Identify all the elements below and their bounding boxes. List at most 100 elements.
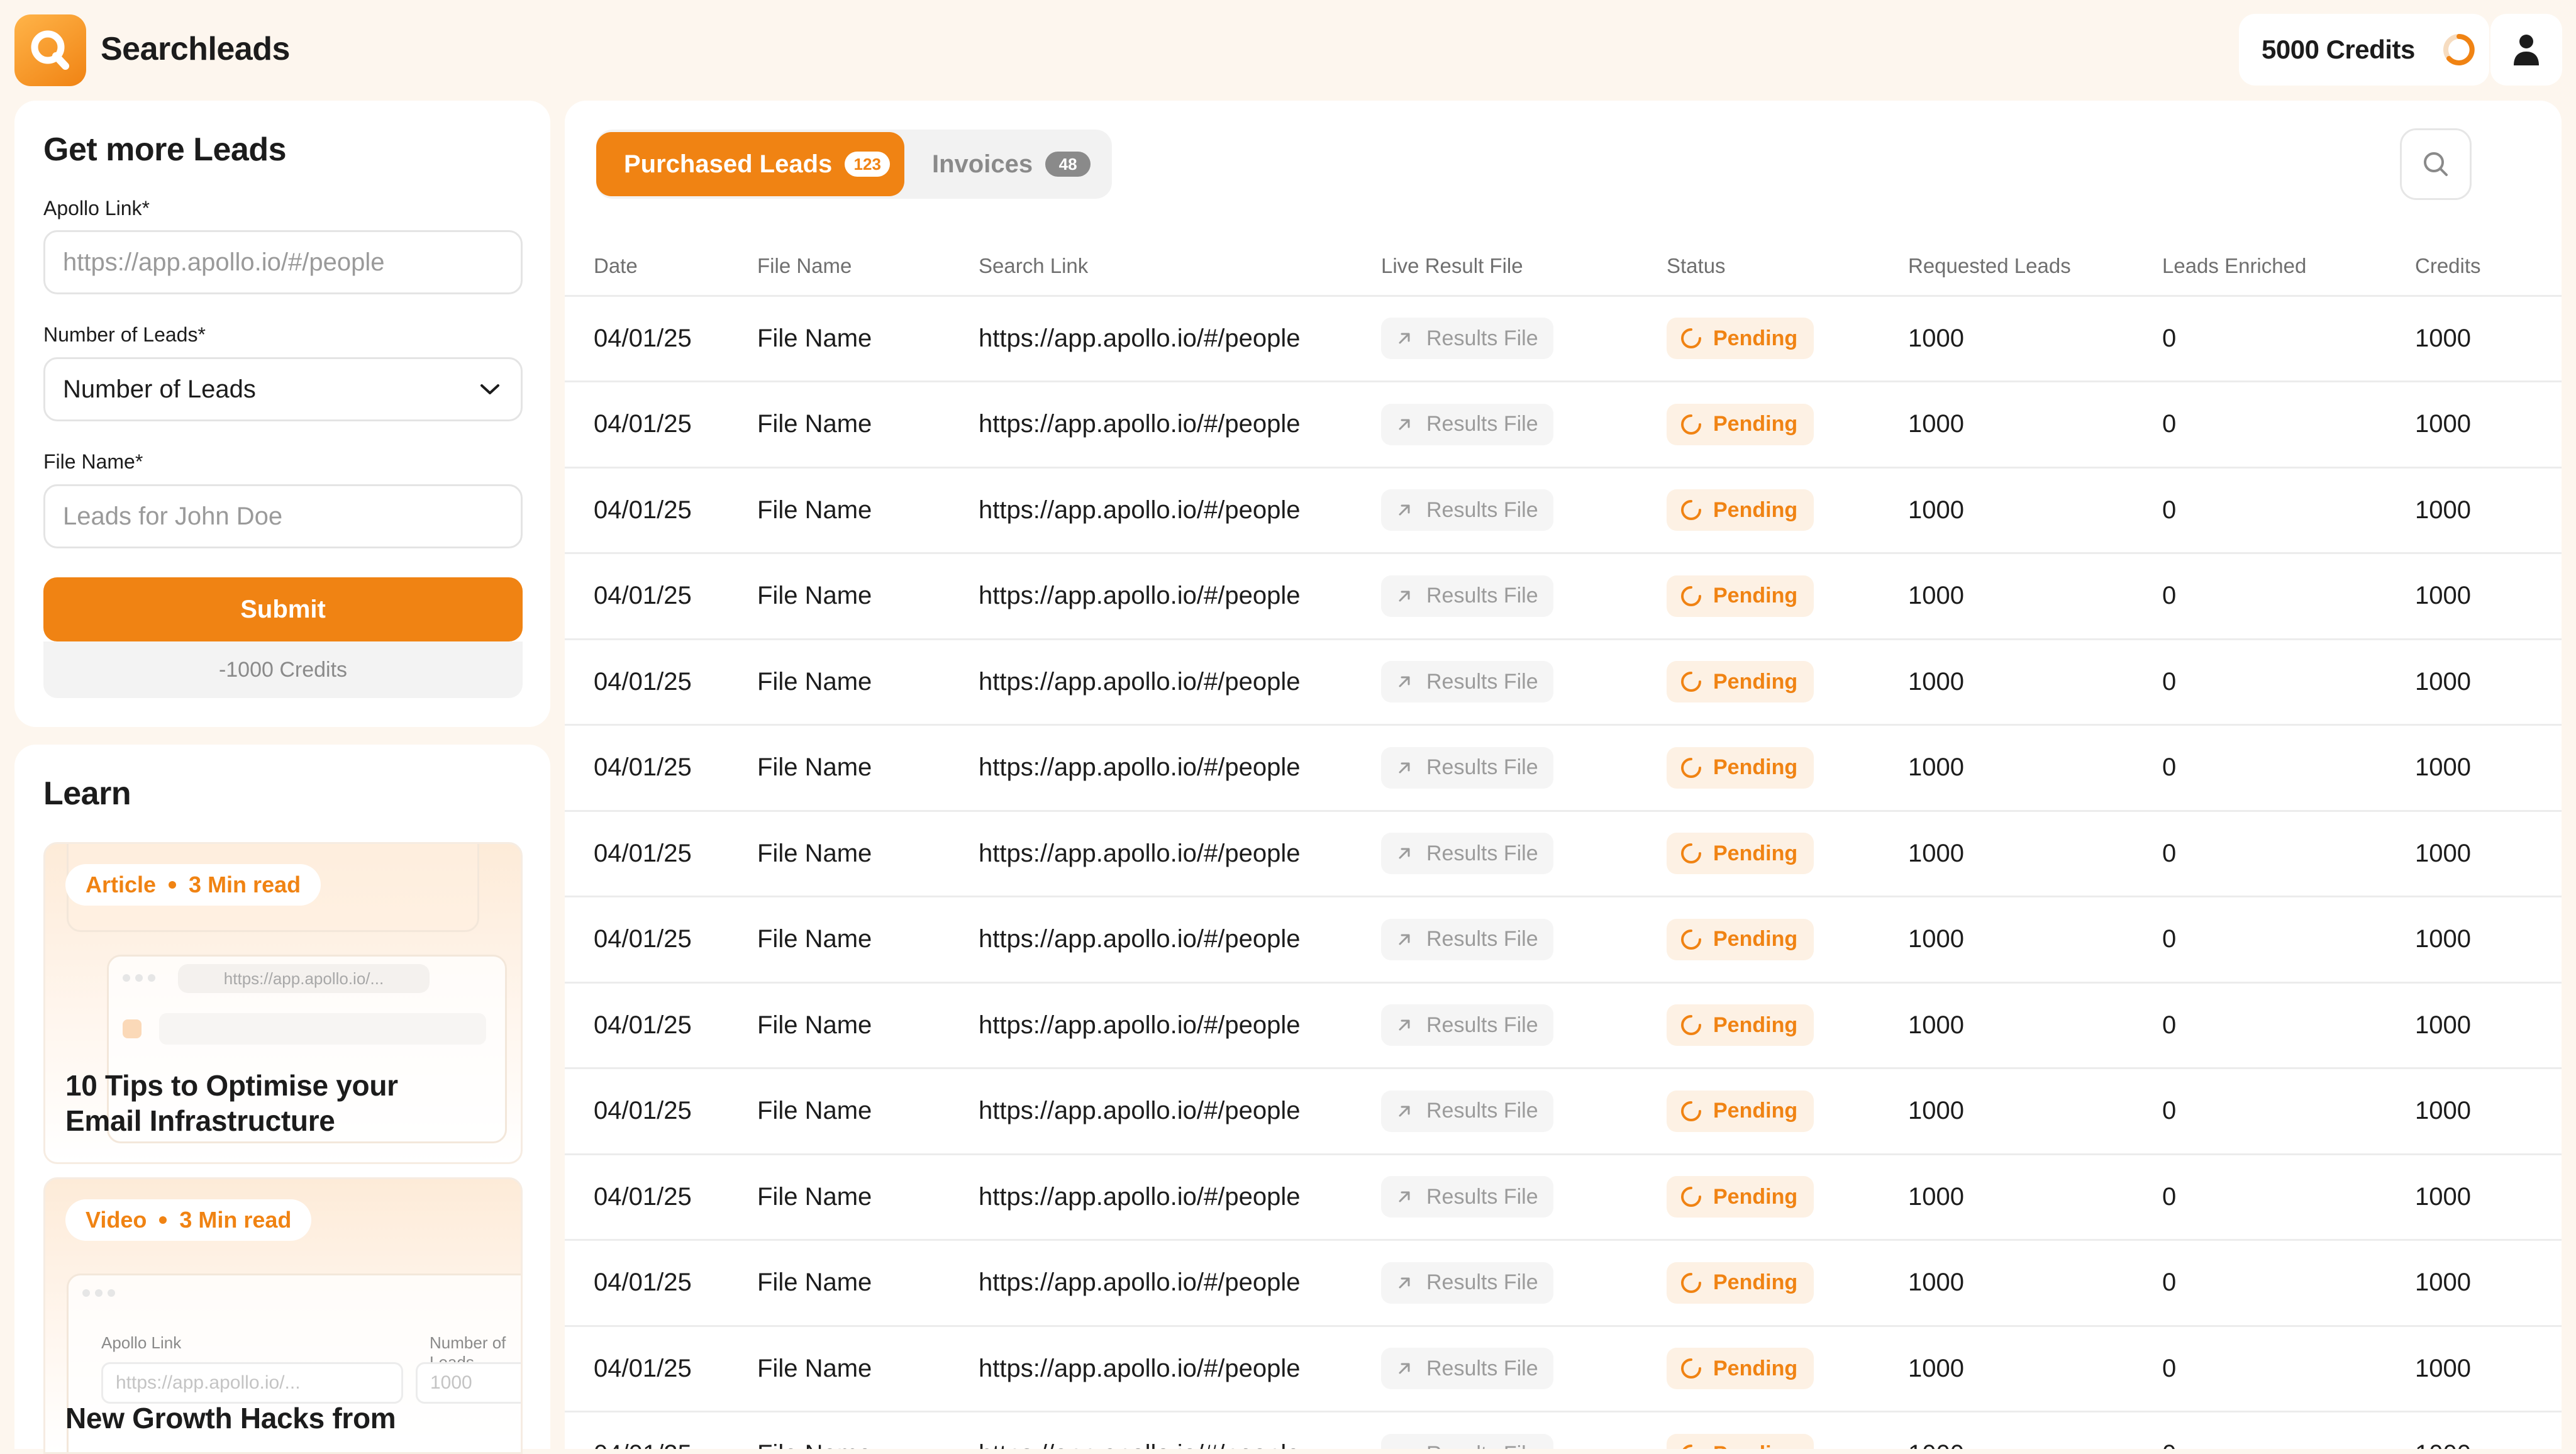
apollo-link-input[interactable]: https://app.apollo.io/#/people [43, 230, 523, 294]
progress-ring-icon [2443, 34, 2475, 65]
cell-status: Pending [1667, 724, 1908, 812]
cell-search-link[interactable]: https://app.apollo.io/#/people [979, 553, 1381, 640]
table-row[interactable]: 04/01/25 File Name https://app.apollo.io… [565, 1154, 2562, 1241]
table-row[interactable]: 04/01/25 File Name https://app.apollo.io… [565, 982, 2562, 1069]
column-header[interactable]: Live Result File [1381, 238, 1667, 297]
status-label: Pending [1713, 669, 1798, 694]
cell-credits: 1000 [2415, 1240, 2562, 1327]
cell-date: 04/01/25 [565, 467, 757, 554]
table-row[interactable]: 04/01/25 File Name https://app.apollo.io… [565, 1326, 2562, 1412]
table-row[interactable]: 04/01/25 File Name https://app.apollo.io… [565, 467, 2562, 554]
cell-search-link[interactable]: https://app.apollo.io/#/people [979, 296, 1381, 382]
results-file-button[interactable]: Results File [1381, 1262, 1553, 1304]
logo-icon[interactable] [14, 14, 86, 86]
file-name-input[interactable]: Leads for John Doe [43, 484, 523, 548]
spinner-icon [1681, 414, 1701, 435]
results-file-label: Results File [1426, 584, 1538, 608]
results-file-button[interactable]: Results File [1381, 1176, 1553, 1218]
user-menu-button[interactable] [2490, 14, 2562, 86]
cell-search-link[interactable]: https://app.apollo.io/#/people [979, 896, 1381, 984]
table-row[interactable]: 04/01/25 File Name https://app.apollo.io… [565, 296, 2562, 382]
status-badge: Pending [1667, 1004, 1814, 1046]
learn-card-video[interactable]: Apollo Link Number of Leads https://app.… [43, 1177, 523, 1454]
cell-search-link[interactable]: https://app.apollo.io/#/people [979, 1240, 1381, 1327]
results-file-button[interactable]: Results File [1381, 489, 1553, 531]
spinner-icon [1681, 1015, 1701, 1036]
table-row[interactable]: 04/01/25 File Name https://app.apollo.io… [565, 896, 2562, 984]
cell-file-name: File Name [757, 811, 979, 897]
results-file-button[interactable]: Results File [1381, 1004, 1553, 1046]
column-header[interactable]: Requested Leads [1908, 238, 2162, 297]
column-header[interactable]: Leads Enriched [2162, 238, 2415, 297]
table-row[interactable]: 04/01/25 File Name https://app.apollo.io… [565, 1240, 2562, 1327]
cell-date: 04/01/25 [565, 296, 757, 382]
column-header[interactable]: Credits [2415, 238, 2562, 297]
cell-search-link[interactable]: https://app.apollo.io/#/people [979, 982, 1381, 1069]
table-row[interactable]: 04/01/25 File Name https://app.apollo.io… [565, 724, 2562, 812]
cell-search-link[interactable]: https://app.apollo.io/#/people [979, 811, 1381, 897]
tab-purchased-leads[interactable]: Purchased Leads 123 [596, 132, 904, 196]
table-row[interactable]: 04/01/25 File Name https://app.apollo.io… [565, 553, 2562, 640]
results-file-label: Results File [1426, 497, 1538, 522]
results-file-button[interactable]: Results File [1381, 1348, 1553, 1390]
status-badge: Pending [1667, 318, 1814, 360]
cell-search-link[interactable]: https://app.apollo.io/#/people [979, 724, 1381, 812]
table-row[interactable]: 04/01/25 File Name https://app.apollo.io… [565, 811, 2562, 897]
file-name-label: File Name* [43, 450, 143, 473]
count-badge: 123 [845, 152, 891, 177]
results-file-button[interactable]: Results File [1381, 318, 1553, 360]
cell-search-link[interactable]: https://app.apollo.io/#/people [979, 467, 1381, 554]
table-row[interactable]: 04/01/25 File Name https://app.apollo.io… [565, 639, 2562, 726]
column-header[interactable]: Status [1667, 238, 1908, 297]
cell-live-result: Results File [1381, 1154, 1667, 1241]
arrow-up-right-icon [1399, 848, 1410, 859]
cell-status: Pending [1667, 553, 1908, 640]
cell-search-link[interactable]: https://app.apollo.io/#/people [979, 1154, 1381, 1241]
number-of-leads-select[interactable]: Number of Leads [43, 357, 523, 421]
window-dots [123, 974, 155, 982]
dot-separator [169, 881, 177, 889]
video-tag: Video 3 Min read [65, 1199, 312, 1241]
cell-date: 04/01/25 [565, 896, 757, 984]
count-badge: 48 [1045, 152, 1091, 177]
cell-live-result: Results File [1381, 1326, 1667, 1412]
results-file-button[interactable]: Results File [1381, 746, 1553, 789]
credits-indicator[interactable]: 5000 Credits [2239, 14, 2489, 86]
learn-card-article[interactable]: https://app.apollo.io/... Article 3 Min … [43, 842, 523, 1164]
status-label: Pending [1713, 497, 1798, 522]
tag-duration: 3 Min read [189, 872, 301, 897]
results-file-button[interactable]: Results File [1381, 1433, 1553, 1449]
column-header[interactable]: File Name [757, 238, 979, 297]
table-search-button[interactable] [2400, 128, 2472, 200]
arrow-up-right-icon [1399, 591, 1410, 602]
cell-leads-enriched: 0 [2162, 639, 2415, 726]
cell-search-link[interactable]: https://app.apollo.io/#/people [979, 1411, 1381, 1449]
results-file-button[interactable]: Results File [1381, 1090, 1553, 1132]
article-tag: Article 3 Min read [65, 864, 321, 906]
cell-status: Pending [1667, 1154, 1908, 1241]
results-file-button[interactable]: Results File [1381, 575, 1553, 617]
cell-search-link[interactable]: https://app.apollo.io/#/people [979, 381, 1381, 469]
cell-requested-leads: 1000 [1908, 1240, 2162, 1327]
results-file-button[interactable]: Results File [1381, 918, 1553, 960]
tab-invoices[interactable]: Invoices 48 [904, 132, 1109, 196]
tag-duration: 3 Min read [179, 1207, 292, 1233]
results-file-button[interactable]: Results File [1381, 833, 1553, 875]
column-header[interactable]: Search Link [979, 238, 1381, 297]
column-header[interactable]: Date [565, 238, 757, 297]
cell-leads-enriched: 0 [2162, 1411, 2415, 1449]
cell-status: Pending [1667, 896, 1908, 984]
table-row[interactable]: 04/01/25 File Name https://app.apollo.io… [565, 381, 2562, 469]
cell-search-link[interactable]: https://app.apollo.io/#/people [979, 1068, 1381, 1155]
user-icon [2514, 35, 2539, 65]
cell-search-link[interactable]: https://app.apollo.io/#/people [979, 1326, 1381, 1412]
submit-button[interactable]: Submit [43, 577, 523, 641]
cell-file-name: File Name [757, 381, 979, 469]
cell-search-link[interactable]: https://app.apollo.io/#/people [979, 639, 1381, 726]
cell-requested-leads: 1000 [1908, 724, 2162, 812]
cell-file-name: File Name [757, 553, 979, 640]
table-row[interactable]: 04/01/25 File Name https://app.apollo.io… [565, 1411, 2562, 1449]
results-file-button[interactable]: Results File [1381, 661, 1553, 703]
table-row[interactable]: 04/01/25 File Name https://app.apollo.io… [565, 1068, 2562, 1155]
results-file-button[interactable]: Results File [1381, 403, 1553, 445]
